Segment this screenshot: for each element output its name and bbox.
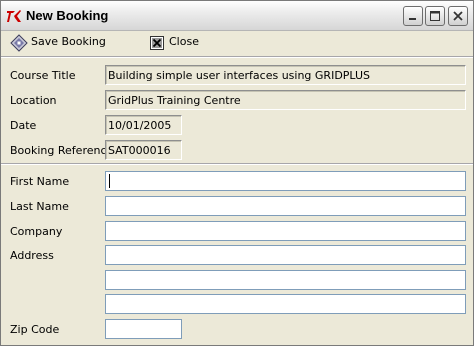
minimize-button[interactable] (403, 6, 423, 26)
maximize-button[interactable] (425, 6, 445, 26)
address-line-1-input[interactable] (105, 245, 466, 265)
tk-feather-icon (7, 10, 21, 22)
save-booking-label: Save Booking (31, 35, 106, 48)
date-label: Date (10, 119, 37, 132)
zip-code-input[interactable] (105, 319, 182, 339)
company-input[interactable] (105, 221, 466, 241)
toolbar-divider (1, 56, 473, 58)
title-bar[interactable]: New Booking (1, 1, 473, 31)
first-name-label: First Name (10, 175, 70, 188)
company-label: Company (10, 225, 63, 238)
minimize-icon (409, 18, 416, 20)
last-name-input[interactable] (105, 196, 466, 216)
text-caret (109, 174, 110, 188)
booking-reference-field: SAT000016 (105, 140, 182, 160)
section-divider (1, 163, 473, 165)
new-booking-window: New Booking Save Booking Close Course Ti… (0, 0, 474, 346)
close-icon (453, 11, 463, 21)
close-x-icon (150, 36, 164, 50)
date-field: 10/01/2005 (105, 115, 182, 135)
course-title-field: Building simple user interfaces using GR… (105, 65, 466, 85)
zip-code-label: Zip Code (10, 323, 60, 336)
course-title-label: Course Title (10, 69, 76, 82)
address-line-3-input[interactable] (105, 294, 466, 314)
first-name-input[interactable] (105, 171, 466, 191)
booking-reference-label: Booking Reference (10, 144, 114, 157)
maximize-icon (430, 11, 440, 21)
address-label: Address (10, 249, 54, 262)
last-name-label: Last Name (10, 200, 69, 213)
window-title: New Booking (26, 8, 109, 23)
location-field: GridPlus Training Centre (105, 90, 466, 110)
address-line-2-input[interactable] (105, 270, 466, 290)
location-label: Location (10, 94, 57, 107)
save-booking-button[interactable]: Save Booking (10, 34, 110, 52)
close-button[interactable]: Close (148, 34, 208, 52)
close-label: Close (169, 35, 199, 48)
save-diskette-icon (10, 34, 28, 52)
toolbar: Save Booking Close (1, 32, 473, 54)
window-close-button[interactable] (448, 6, 468, 26)
